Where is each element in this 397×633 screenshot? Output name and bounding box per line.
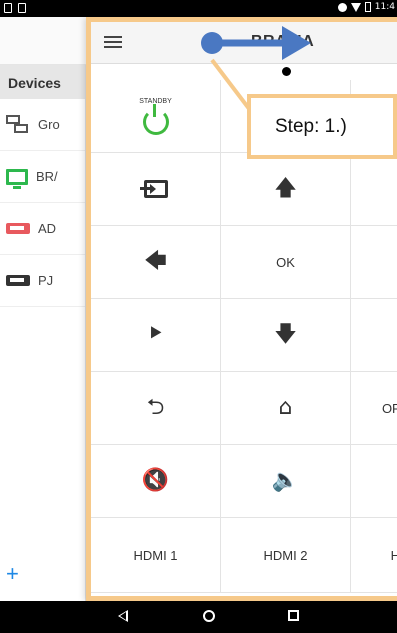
options-button[interactable]: OF [351, 372, 397, 444]
hdmi3-label-clipped: H [391, 548, 397, 563]
battery-icon [364, 2, 371, 12]
volume-button[interactable]: 🔈 [221, 445, 351, 517]
arrow-down-icon: 🡇 [274, 322, 297, 347]
arrow-left-icon: 🡄 [144, 249, 167, 274]
menu-icon[interactable] [104, 36, 122, 48]
notification-icon [18, 3, 26, 13]
up-button[interactable]: 🡅 [221, 153, 351, 225]
home-button[interactable]: ⌂ [221, 372, 351, 444]
device-label: Gro [38, 117, 60, 132]
tv-icon [6, 168, 28, 189]
hdmi1-label: HDMI 1 [133, 547, 178, 563]
group-icon [6, 114, 30, 135]
remote-toolbar: BRAVIA [91, 22, 397, 64]
hdmi1-button[interactable]: HDMI 1 [91, 518, 221, 592]
notification-icons [4, 3, 26, 13]
ok-button[interactable]: OK [221, 226, 351, 298]
hdmi2-label: HDMI 2 [263, 547, 308, 563]
remote-cell-empty [351, 445, 397, 517]
status-icons: 11:4 [337, 2, 395, 12]
mute-icon: 🔇 [141, 468, 170, 493]
device-label: PJ [38, 273, 54, 288]
guide-icon: ⯈ [146, 322, 165, 347]
remote-cell-empty [351, 153, 397, 225]
device-item-av[interactable]: AD [0, 203, 85, 255]
arrow-up-icon: 🡅 [274, 176, 297, 201]
home-nav-icon[interactable] [203, 610, 215, 622]
mute-button[interactable]: 🔇 [91, 445, 221, 517]
device-item-group[interactable]: Gro [0, 99, 85, 151]
device-item-bravia[interactable]: BR/ [0, 151, 85, 203]
devices-header: Devices [0, 65, 85, 99]
right-button[interactable] [351, 226, 397, 298]
return-button[interactable]: ⮌ [91, 372, 221, 444]
devices-sidebar: Devices Gro BR/ AD PJ [0, 65, 86, 601]
remote-cell-empty [351, 299, 397, 371]
notification-icon [4, 3, 12, 13]
step-label: Step: 1.) [275, 116, 347, 137]
projector-icon [6, 275, 30, 286]
remote-title: BRAVIA [251, 33, 315, 50]
input-button[interactable] [91, 153, 221, 225]
av-receiver-icon [6, 223, 30, 234]
wifi-icon [350, 2, 361, 12]
down-button[interactable]: 🡇 [221, 299, 351, 371]
hdmi3-button[interactable]: H [351, 518, 397, 592]
home-icon: ⌂ [278, 395, 293, 420]
standby-button[interactable]: STANDBY [91, 80, 221, 152]
device-label: BR/ [36, 169, 58, 184]
volume-icon: 🔈 [271, 468, 300, 493]
options-label-clipped: OF [381, 400, 397, 416]
tutorial-step-box: Step: 1.) [247, 94, 397, 159]
recent-apps-icon[interactable] [288, 610, 299, 621]
status-time: 11:4 [374, 2, 395, 12]
system-nav-bar [0, 601, 397, 633]
left-button[interactable]: 🡄 [91, 226, 221, 298]
hdmi2-button[interactable]: HDMI 2 [221, 518, 351, 592]
indicator-dot [282, 67, 291, 76]
do-not-disturb-icon [337, 2, 347, 12]
return-icon: ⮌ [146, 395, 165, 420]
device-item-projector[interactable]: PJ [0, 255, 85, 307]
status-bar: 11:4 [0, 0, 397, 17]
ok-label: OK [276, 254, 295, 270]
power-icon [142, 103, 169, 135]
add-device-button[interactable]: + [6, 563, 19, 585]
device-label: AD [38, 221, 57, 236]
input-source-icon [139, 180, 168, 198]
guide-button[interactable]: ⯈ [91, 299, 221, 371]
back-icon[interactable] [118, 610, 128, 622]
